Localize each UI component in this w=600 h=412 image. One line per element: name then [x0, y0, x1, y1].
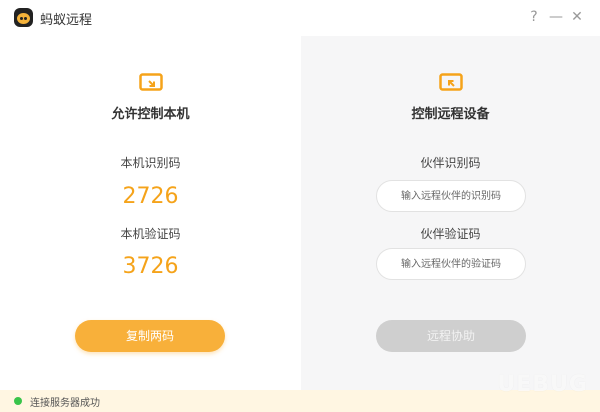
watermark: UEBUG — [497, 372, 588, 397]
remote-assist-button[interactable]: 远程协助 — [376, 320, 526, 352]
local-code-value: 3726 — [122, 254, 179, 279]
partner-id-label: 伙伴识别码 — [420, 156, 481, 170]
local-id-label: 本机识别码 — [120, 156, 181, 170]
app-title: 蚂蚁远程 — [40, 13, 93, 28]
allow-control-title: 允许控制本机 — [111, 107, 190, 122]
status-indicator-icon — [14, 397, 22, 405]
local-code-label: 本机验证码 — [120, 227, 181, 241]
help-button[interactable]: ? — [525, 7, 543, 27]
remote-control-panel: 控制远程设备 伙伴识别码 伙伴验证码 远程协助 — [301, 36, 600, 390]
status-text: 连接服务器成功 — [30, 398, 100, 409]
title-bar: 蚂蚁远程 ? — ✕ — [0, 0, 600, 36]
remote-screen-icon — [438, 73, 463, 91]
screen-share-icon — [138, 73, 163, 91]
local-id-value: 2726 — [122, 184, 179, 209]
remote-control-title: 控制远程设备 — [411, 107, 490, 122]
partner-code-label: 伙伴验证码 — [420, 227, 481, 241]
allow-control-panel: 允许控制本机 本机识别码 2726 本机验证码 3726 复制两码 — [0, 36, 301, 390]
app-logo-icon — [14, 8, 33, 27]
minimize-button[interactable]: — — [547, 7, 565, 27]
partner-id-input[interactable] — [376, 180, 526, 212]
close-button[interactable]: ✕ — [568, 7, 586, 27]
partner-code-input[interactable] — [376, 248, 526, 280]
copy-codes-button[interactable]: 复制两码 — [75, 320, 225, 352]
